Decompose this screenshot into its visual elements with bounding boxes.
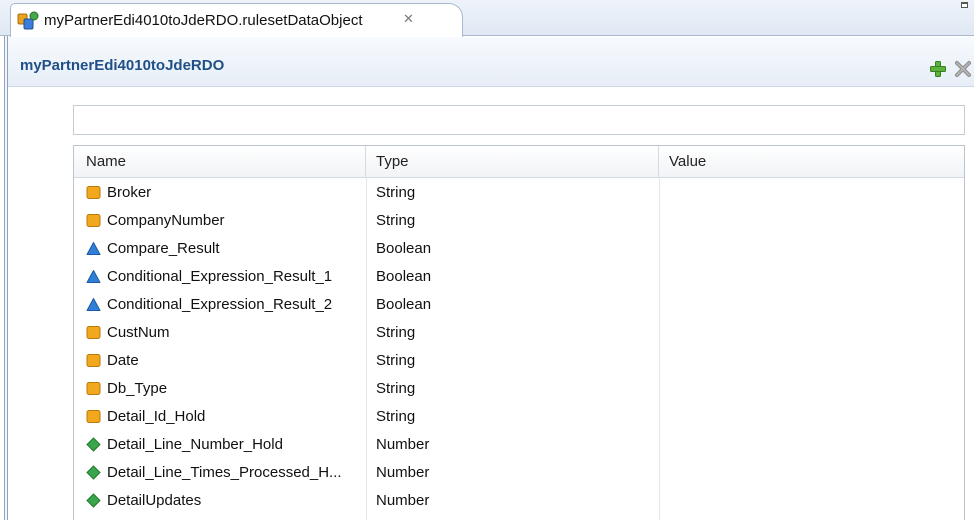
string-icon <box>86 325 101 340</box>
variable-name: Conditional_Expression_Result_2 <box>107 296 333 313</box>
variable-type: Boolean <box>376 268 432 285</box>
section-title: myPartnerEdi4010toJdeRDO <box>20 57 225 74</box>
boolean-icon <box>86 269 101 284</box>
variable-name: Broker <box>107 184 152 201</box>
variable-value[interactable] <box>669 431 959 458</box>
cell-name: Broker <box>86 179 362 206</box>
data-object-table: Name Type Value Broker String CompanyNumbe… <box>73 145 965 520</box>
number-icon <box>86 465 101 480</box>
table-row[interactable]: Compare_Result Boolean <box>74 235 964 262</box>
variable-type: Number <box>376 436 430 453</box>
cell-name: CompanyNumber <box>86 207 362 234</box>
table-row[interactable]: CompanyNumber String <box>74 207 964 234</box>
boolean-icon <box>86 297 101 312</box>
variable-type: String <box>376 352 416 369</box>
minimize-icon[interactable] <box>961 2 968 8</box>
string-icon <box>86 381 101 396</box>
variable-value[interactable] <box>669 235 959 262</box>
table-header: Name Type Value <box>74 146 964 178</box>
cell-name: Db_Type <box>86 375 362 402</box>
variable-name: Detail_Line_Number_Hold <box>107 436 283 453</box>
table-row[interactable]: Detail_Id_Hold String <box>74 403 964 430</box>
variable-name: Date <box>107 352 139 369</box>
table-row[interactable]: Conditional_Expression_Result_2 Boolean <box>74 291 964 318</box>
variable-value[interactable] <box>669 459 959 486</box>
variable-type: String <box>376 408 416 425</box>
variable-type: Number <box>376 464 430 481</box>
cell-name: Conditional_Expression_Result_1 <box>86 263 362 290</box>
cell-name: CustNum <box>86 319 362 346</box>
variable-name: Db_Type <box>107 380 168 397</box>
table-row[interactable]: Db_Type String <box>74 375 964 402</box>
editor-frame-border <box>4 36 8 520</box>
table-row[interactable]: Broker String <box>74 179 964 206</box>
variable-value[interactable] <box>669 319 959 346</box>
variable-value[interactable] <box>669 375 959 402</box>
variable-value[interactable] <box>669 207 959 234</box>
string-icon <box>86 353 101 368</box>
editor-tab-title: myPartnerEdi4010toJdeRDO.rulesetDataObje… <box>44 12 363 29</box>
cell-name: DetailUpdates <box>86 487 362 514</box>
string-icon <box>86 185 101 200</box>
number-icon <box>86 437 101 452</box>
cell-name: Conditional_Expression_Result_2 <box>86 291 362 318</box>
column-header-type[interactable]: Type <box>366 146 659 178</box>
variable-type: String <box>376 184 416 201</box>
variable-value[interactable] <box>669 263 959 290</box>
editor-tab-bar: myPartnerEdi4010toJdeRDO.rulesetDataObje… <box>0 0 974 37</box>
table-row[interactable]: Detail_Line_Number_Hold Number <box>74 431 964 458</box>
number-icon <box>86 493 101 508</box>
variable-type: String <box>376 380 416 397</box>
variable-name: Compare_Result <box>107 240 220 257</box>
variable-type: String <box>376 212 416 229</box>
cell-name: Compare_Result <box>86 235 362 262</box>
variable-value[interactable] <box>669 403 959 430</box>
table-row[interactable]: Date String <box>74 347 964 374</box>
cell-name: Detail_Line_Times_Processed_H... <box>86 459 362 486</box>
cell-name: Detail_Line_Number_Hold <box>86 431 362 458</box>
variable-name: Detail_Id_Hold <box>107 408 206 425</box>
variable-type: String <box>376 324 416 341</box>
string-icon <box>86 213 101 228</box>
variable-name: Conditional_Expression_Result_1 <box>107 268 333 285</box>
close-icon[interactable]: ✕ <box>403 13 414 26</box>
column-header-value[interactable]: Value <box>659 146 964 178</box>
filter-input[interactable] <box>73 105 965 135</box>
table-row[interactable]: Detail_Line_Times_Processed_H... Number <box>74 459 964 486</box>
variable-type: Boolean <box>376 240 432 257</box>
string-icon <box>86 409 101 424</box>
variable-name: Detail_Line_Times_Processed_H... <box>107 464 342 481</box>
variable-name: CustNum <box>107 324 170 341</box>
table-row[interactable]: CustNum String <box>74 319 964 346</box>
variable-value[interactable] <box>669 487 959 514</box>
variable-value[interactable] <box>669 347 959 374</box>
variable-name: DetailUpdates <box>107 492 202 509</box>
variable-type: Boolean <box>376 296 432 313</box>
delete-x-icon[interactable] <box>954 60 972 78</box>
ruleset-data-object-icon <box>17 11 39 31</box>
variable-name: CompanyNumber <box>107 212 225 229</box>
variable-value[interactable] <box>669 179 959 206</box>
editor-tab[interactable]: myPartnerEdi4010toJdeRDO.rulesetDataObje… <box>10 3 463 37</box>
section-header: myPartnerEdi4010toJdeRDO <box>8 37 974 87</box>
add-plus-icon[interactable] <box>929 60 947 78</box>
column-header-name[interactable]: Name <box>74 146 366 178</box>
table-row[interactable]: DetailUpdates Number <box>74 487 964 514</box>
cell-name: Date <box>86 347 362 374</box>
table-row[interactable]: Conditional_Expression_Result_1 Boolean <box>74 263 964 290</box>
variable-value[interactable] <box>669 291 959 318</box>
boolean-icon <box>86 241 101 256</box>
variable-type: Number <box>376 492 430 509</box>
cell-name: Detail_Id_Hold <box>86 403 362 430</box>
